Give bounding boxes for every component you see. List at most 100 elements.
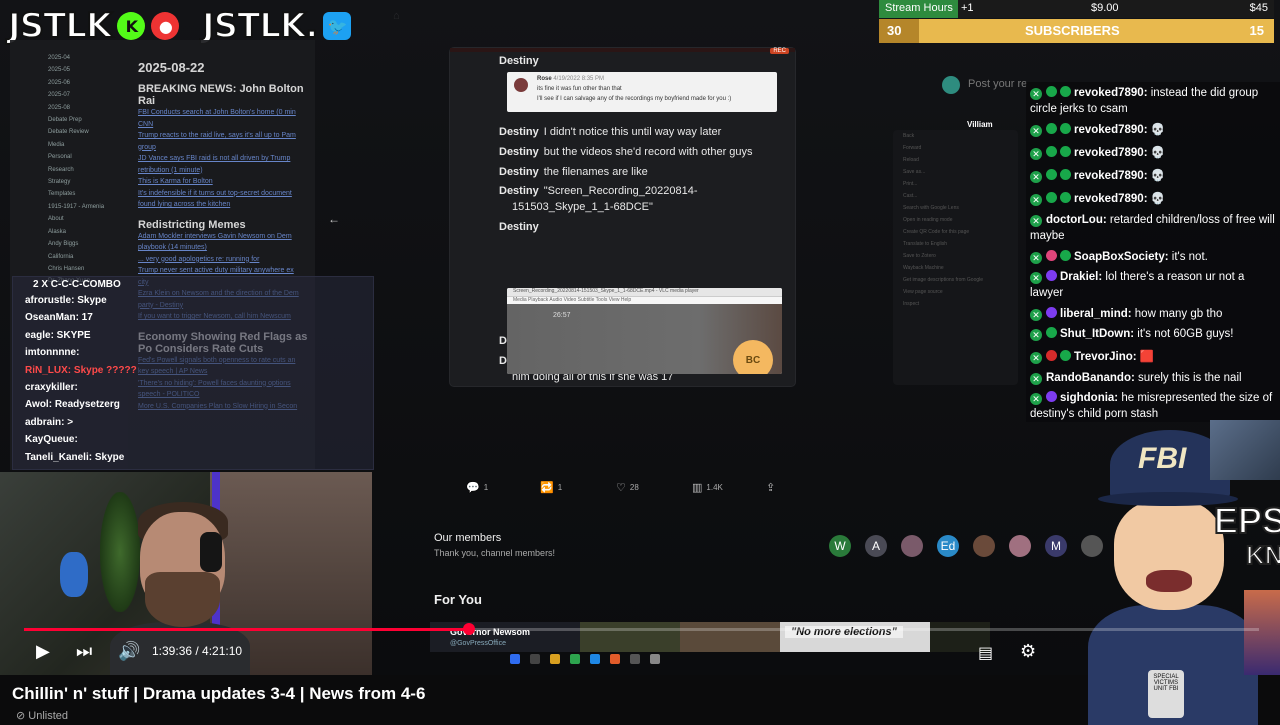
mod-x-icon[interactable]: ✕	[1030, 352, 1042, 364]
chat-badge-icon	[1060, 123, 1071, 134]
mod-x-icon[interactable]: ✕	[1030, 252, 1042, 264]
note-link[interactable]: It's indefensible if it turns out top-se…	[138, 188, 318, 200]
note-link[interactable]: ... very good apologetics re: running fo…	[138, 254, 318, 266]
note-link[interactable]: CNN	[138, 119, 318, 131]
chat-badge-icon	[1046, 270, 1057, 281]
context-menu-item[interactable]: View page source	[893, 286, 1018, 298]
mod-x-icon[interactable]: ✕	[1030, 272, 1042, 284]
mod-x-icon[interactable]: ✕	[1030, 329, 1042, 341]
note-link[interactable]: playbook (14 minutes)	[138, 242, 318, 254]
note-link[interactable]: group	[138, 142, 318, 154]
combo-banner: 2 X C-C-C-COMBO	[33, 279, 121, 290]
note-link[interactable]: retribution (1 minute)	[138, 165, 318, 177]
context-menu-item[interactable]: Back	[893, 130, 1018, 142]
stream-goals-widget: Stream Hours +1 $9.00 $45 30 SUBSCRIBERS…	[879, 0, 1274, 44]
like-button[interactable]: ♡ 28	[616, 480, 639, 494]
chat-badge-icon	[1046, 391, 1057, 402]
reply-button[interactable]: 💬 1	[466, 480, 488, 494]
back-arrow-icon[interactable]: ←	[328, 212, 340, 226]
member-avatar[interactable]: M	[1045, 535, 1067, 557]
eps-overlay-text: EPS	[1213, 499, 1280, 542]
portrait-thumbnail	[1244, 590, 1280, 675]
note-link[interactable]: This is Karma for Bolton	[138, 176, 318, 188]
mod-x-icon[interactable]: ✕	[1030, 309, 1042, 321]
context-menu-item[interactable]: Save to Zotero	[893, 250, 1018, 262]
chat-message: ✕ SoapBoxSociety: it's not.	[1030, 249, 1276, 265]
note-link[interactable]: FBI Conducts search at John Bolton's hom…	[138, 107, 318, 119]
member-avatar[interactable]: W	[829, 535, 851, 557]
volume-icon[interactable]: 🔊	[118, 641, 140, 662]
context-menu-item[interactable]: Reload	[893, 154, 1018, 166]
chat-message: ✕ Shut_ItDown: it's not 60GB guys!	[1030, 326, 1276, 342]
left-chat-overlay: 2 X C-C-C-COMBO afrorustle: Skype OseanMa…	[12, 276, 374, 470]
progress-played[interactable]	[24, 628, 469, 631]
views-button[interactable]: ▥ 1.4K	[692, 480, 723, 494]
context-menu-item[interactable]: Save as...	[893, 166, 1018, 178]
context-menu-item[interactable]: Open in reading mode	[893, 214, 1018, 226]
member-avatar[interactable]: Ed	[937, 535, 959, 557]
chat-message: ✕ revoked7890: 💀	[1030, 145, 1276, 161]
chat-badge-icon	[1046, 327, 1057, 338]
visibility-badge: ⊘ Unlisted	[16, 710, 69, 722]
left-chat-line: imtonnnne:	[25, 347, 80, 359]
chat-message: ✕ revoked7890: 💀	[1030, 168, 1276, 184]
settings-gear-icon[interactable]: ⚙	[1020, 641, 1036, 662]
chat-badge-icon	[1060, 350, 1071, 361]
play-icon[interactable]: ▶	[36, 641, 50, 662]
mod-x-icon[interactable]: ✕	[1030, 373, 1042, 385]
mod-x-icon[interactable]: ✕	[1030, 171, 1042, 183]
recommended-thumbnails[interactable]: Governor Newsom @GovPressOffice "No more …	[430, 622, 990, 652]
mod-x-icon[interactable]: ✕	[1030, 215, 1042, 227]
note-link[interactable]: Trump never sent active duty military an…	[138, 265, 318, 277]
member-avatar[interactable]	[973, 535, 995, 557]
mod-x-icon[interactable]: ✕	[1030, 393, 1042, 405]
chat-badge-icon	[1046, 169, 1057, 180]
next-icon[interactable]: ⏭	[76, 641, 92, 662]
figurine	[60, 552, 88, 597]
repost-button[interactable]: 🔁 1	[540, 480, 562, 494]
mod-x-icon[interactable]: ✕	[1030, 194, 1042, 206]
member-avatar[interactable]: A	[865, 535, 887, 557]
chat-message: ✕ liberal_mind: how many gb tho	[1030, 306, 1276, 322]
left-chat-line: adbrain: >	[25, 416, 74, 428]
context-menu-item[interactable]: Get image descriptions from Google	[893, 274, 1018, 286]
member-avatar[interactable]	[901, 535, 923, 557]
context-menu-item[interactable]: Create QR Code for this page	[893, 226, 1018, 238]
right-chat-overlay: ✕ revoked7890: instead the did group circ…	[1026, 82, 1280, 422]
note-link[interactable]: Trump reacts to the raid live, says it's…	[138, 130, 318, 142]
heart-icon: ♡	[616, 481, 626, 494]
context-menu-item[interactable]: Wayback Machine	[893, 262, 1018, 274]
left-chat-line: OseanMan: 17	[25, 312, 93, 324]
kn-overlay-text: KN	[1245, 539, 1280, 571]
context-menu-item[interactable]: Translate to English	[893, 238, 1018, 250]
share-button[interactable]: ⇪	[766, 480, 775, 494]
context-menu-item[interactable]: Inspect	[893, 298, 1018, 310]
context-menu-item[interactable]: Print...	[893, 178, 1018, 190]
video-title: Chillin' n' stuff | Drama updates 3-4 | …	[12, 684, 426, 703]
chat-badge-icon	[1046, 146, 1057, 157]
members-section: Our members Thank you, channel members!	[434, 532, 555, 558]
mod-x-icon[interactable]: ✕	[1030, 125, 1042, 137]
note-heading: Redistricting Memes	[138, 218, 246, 231]
reply-input[interactable]: Post your re	[968, 78, 1027, 90]
context-menu-item[interactable]: Search with Google Lens	[893, 202, 1018, 214]
chat-badge-icon	[1046, 350, 1057, 361]
scrubber-handle[interactable]	[462, 623, 475, 635]
context-menu-item[interactable]: Forward	[893, 142, 1018, 154]
chat-badge-icon	[1060, 86, 1071, 97]
reply-username: Villiam	[967, 120, 993, 129]
note-link[interactable]: JD Vance says FBI raid is not all driven…	[138, 153, 318, 165]
vlc-timestamp: 26:57	[553, 312, 571, 319]
note-heading: BREAKING NEWS: John Bolton Rai	[138, 83, 304, 107]
note-date: 2025-08-22	[138, 60, 205, 75]
share-icon: ⇪	[766, 481, 776, 494]
subtitles-icon[interactable]: ▤	[978, 643, 993, 663]
tweet-line: Destiny the filenames are like	[499, 166, 648, 178]
mod-x-icon[interactable]: ✕	[1030, 88, 1042, 100]
note-link[interactable]: Adam Mockler interviews Gavin Newsom on …	[138, 231, 318, 243]
context-menu-item[interactable]: Cast...	[893, 190, 1018, 202]
note-link[interactable]: found lying across the kitchen	[138, 199, 318, 211]
tweet-line: Destiny	[499, 221, 539, 233]
member-avatar[interactable]	[1009, 535, 1031, 557]
mod-x-icon[interactable]: ✕	[1030, 148, 1042, 160]
